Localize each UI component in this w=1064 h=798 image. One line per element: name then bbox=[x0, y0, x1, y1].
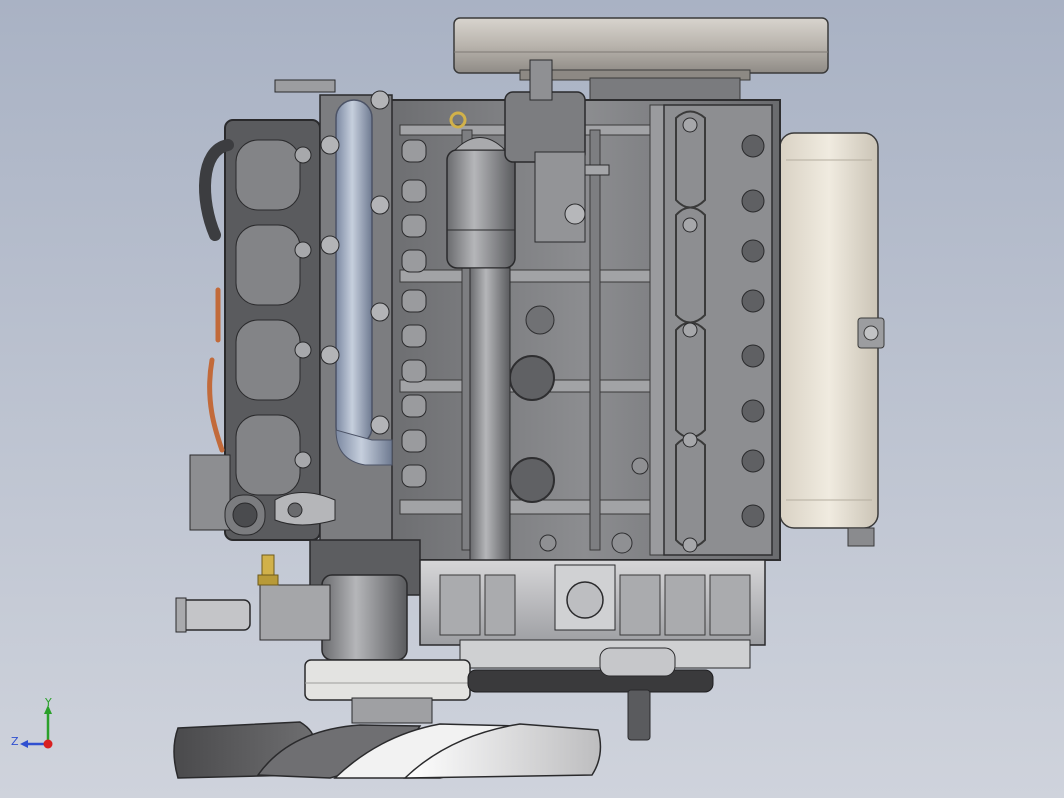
oil-sump[interactable] bbox=[419, 559, 766, 669]
axis-triad: Y Z bbox=[8, 696, 64, 756]
x-axis-dot bbox=[43, 739, 53, 749]
side-tank[interactable] bbox=[779, 132, 885, 547]
head-gasket-plate[interactable] bbox=[663, 104, 773, 556]
water-pump[interactable] bbox=[259, 539, 421, 661]
tank-bolt[interactable] bbox=[857, 317, 885, 349]
cylinder-head[interactable] bbox=[224, 119, 321, 541]
top-pulley[interactable] bbox=[453, 17, 829, 101]
coolant-outlet-pipe[interactable] bbox=[175, 597, 251, 633]
y-axis-label: Y bbox=[45, 696, 52, 709]
engine-model[interactable] bbox=[0, 0, 1064, 798]
temperature-sensor[interactable] bbox=[257, 554, 279, 586]
z-axis-label: Z bbox=[11, 735, 19, 748]
crank-pulley[interactable] bbox=[304, 659, 471, 724]
cooling-fan[interactable] bbox=[173, 721, 602, 779]
pto-shaft[interactable] bbox=[627, 689, 651, 741]
cad-viewport[interactable]: Y Z bbox=[0, 0, 1064, 798]
z-axis-arrow bbox=[20, 740, 28, 748]
copper-tube[interactable] bbox=[207, 287, 225, 453]
